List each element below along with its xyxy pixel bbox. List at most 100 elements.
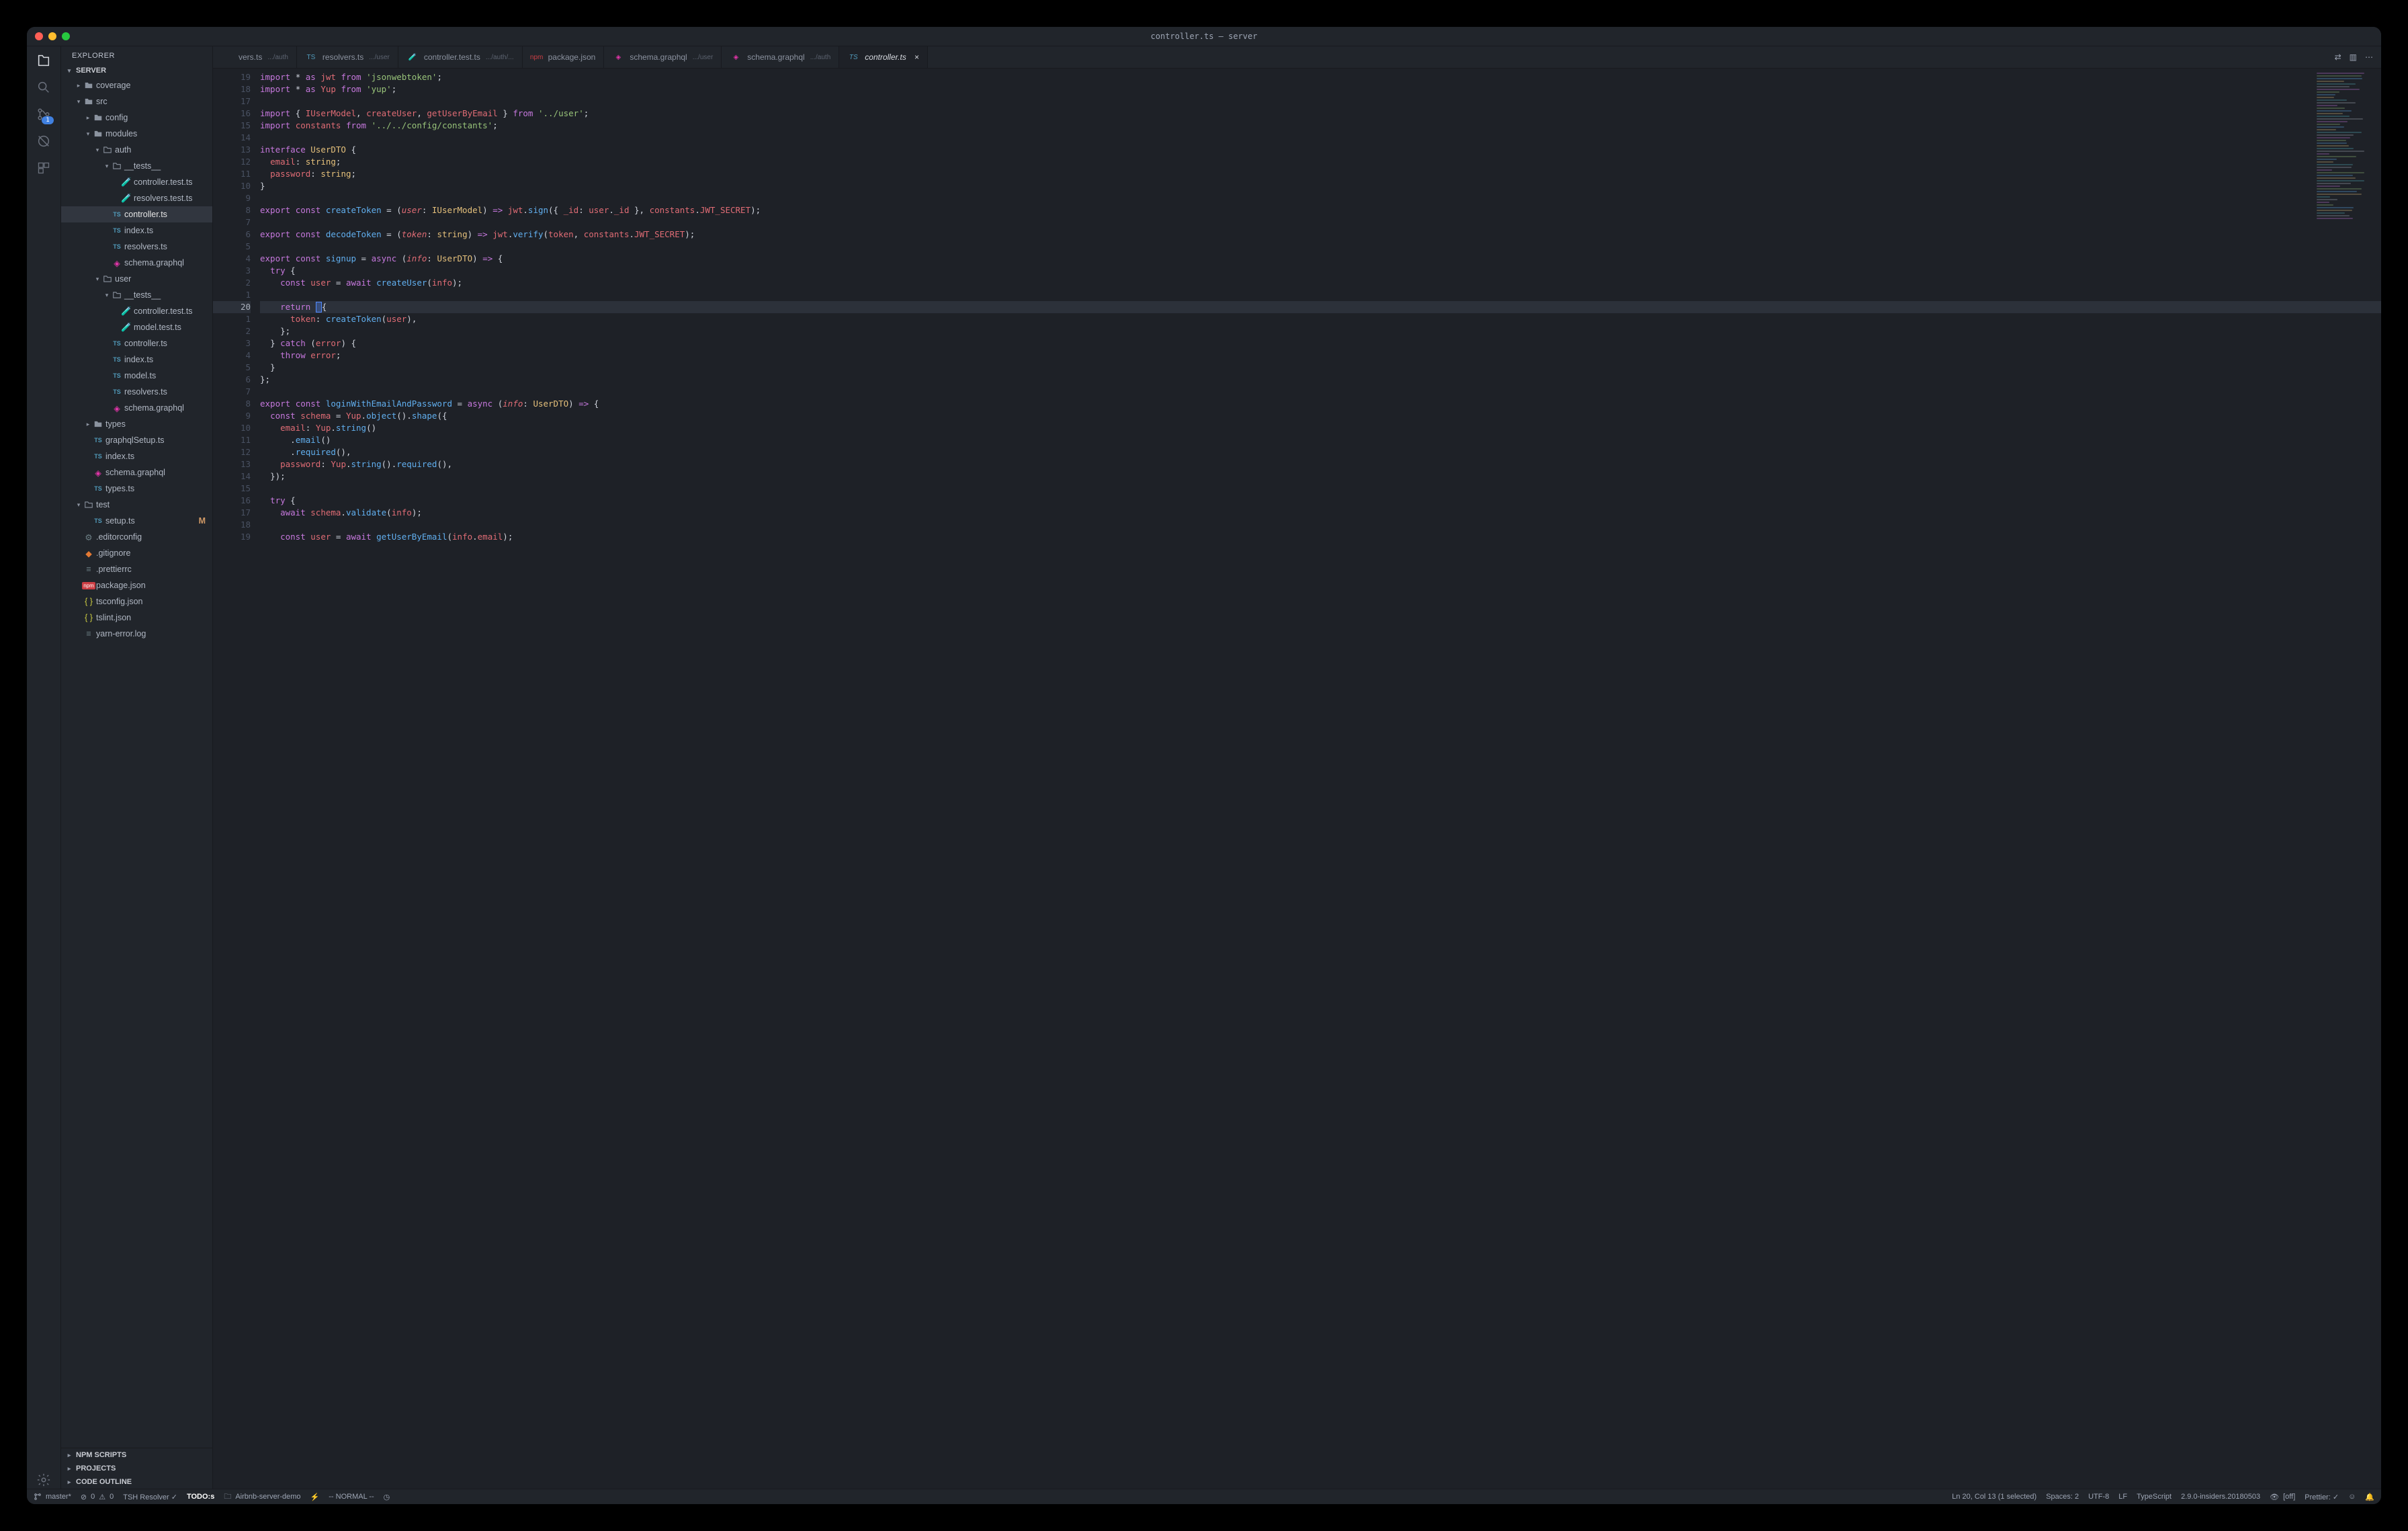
editor-tab[interactable]: 🧪controller.test.ts.../auth/... xyxy=(398,46,523,68)
file-tree-item[interactable]: ▾auth xyxy=(61,142,212,158)
file-tree-item[interactable]: ◆.gitignore xyxy=(61,545,212,561)
editor-tab[interactable]: npmpackage.json xyxy=(523,46,605,68)
code-line: password: string; xyxy=(260,168,2381,180)
extensions-icon[interactable] xyxy=(35,159,52,177)
file-tree-item[interactable]: ▾test xyxy=(61,497,212,513)
file-tree-item[interactable]: TSindex.ts xyxy=(61,222,212,239)
minimap[interactable] xyxy=(2313,69,2381,1497)
file-tree-item[interactable]: ◈schema.graphql xyxy=(61,464,212,481)
file-tree-item[interactable]: ▸config xyxy=(61,110,212,126)
debug-icon[interactable] xyxy=(35,132,52,150)
file-tree-item[interactable]: TScontroller.ts xyxy=(61,335,212,351)
status-live-icon[interactable]: ⚡ xyxy=(310,1493,320,1501)
line-number: 14 xyxy=(213,470,251,483)
code-line: export const createToken = (user: IUserM… xyxy=(260,204,2381,216)
file-tree-item[interactable]: ▾user xyxy=(61,271,212,287)
file-label: types xyxy=(105,419,126,429)
more-icon[interactable]: ⋯ xyxy=(2365,52,2373,62)
file-label: tsconfig.json xyxy=(96,597,142,606)
tab-path: .../user xyxy=(369,54,390,61)
file-tree-item[interactable]: ⚙.editorconfig xyxy=(61,529,212,545)
close-window-button[interactable] xyxy=(35,32,43,40)
file-tree-item[interactable]: TSindex.ts xyxy=(61,448,212,464)
file-label: coverage xyxy=(96,81,130,90)
file-label: schema.graphql xyxy=(124,403,184,413)
file-tree-item[interactable]: TScontroller.ts xyxy=(61,206,212,222)
file-tree-item[interactable]: { }tsconfig.json xyxy=(61,593,212,610)
file-tree-item[interactable]: TSindex.ts xyxy=(61,351,212,368)
settings-gear-icon[interactable] xyxy=(35,1471,52,1489)
close-tab-icon[interactable]: × xyxy=(914,52,919,62)
file-tree-item[interactable]: TStypes.ts xyxy=(61,481,212,497)
file-tree-item[interactable]: TSresolvers.ts xyxy=(61,384,212,400)
status-indentation[interactable]: Spaces: 2 xyxy=(2046,1493,2079,1501)
file-tree-item[interactable]: ◈schema.graphql xyxy=(61,255,212,271)
status-repo[interactable]: 🗀Airbnb-server-demo xyxy=(224,1491,300,1503)
status-resolver[interactable]: TSH Resolver ✓ xyxy=(123,1493,177,1501)
tab-label: controller.ts xyxy=(865,52,906,62)
file-tree-item[interactable]: TSsetup.tsM xyxy=(61,513,212,529)
file-tree-item[interactable]: TSmodel.ts xyxy=(61,368,212,384)
code-line: }; xyxy=(260,374,2381,386)
file-tree-item[interactable]: ≡.prettierrc xyxy=(61,561,212,577)
project-header[interactable]: ▾SERVER xyxy=(61,64,212,77)
file-tree-item[interactable]: ▾__tests__ xyxy=(61,158,212,174)
status-language[interactable]: TypeScript xyxy=(2137,1493,2172,1501)
status-eol[interactable]: LF xyxy=(2118,1493,2127,1501)
file-label: model.ts xyxy=(124,371,156,380)
file-tree-item[interactable]: ▸coverage xyxy=(61,77,212,93)
scm-icon[interactable]: 1 xyxy=(35,106,52,123)
file-tree-item[interactable]: ▾__tests__ xyxy=(61,287,212,303)
file-tree-item[interactable]: ▾modules xyxy=(61,126,212,142)
file-tree-item[interactable]: ◈schema.graphql xyxy=(61,400,212,416)
status-encoding[interactable]: UTF-8 xyxy=(2088,1493,2109,1501)
zoom-window-button[interactable] xyxy=(62,32,70,40)
status-clock-icon[interactable]: ◷ xyxy=(384,1493,390,1501)
panel-header[interactable]: ▸CODE OUTLINE xyxy=(61,1475,212,1489)
editor-tab[interactable]: vers.ts.../auth xyxy=(213,46,297,68)
status-preview[interactable]: 👁 [off] xyxy=(2270,1493,2295,1501)
minimize-window-button[interactable] xyxy=(48,32,56,40)
compare-icon[interactable]: ⇄ xyxy=(2335,52,2341,62)
file-tree-item[interactable]: 🧪model.test.ts xyxy=(61,319,212,335)
file-icon: ◈ xyxy=(111,258,123,268)
code-line: export const loginWithEmailAndPassword =… xyxy=(260,398,2381,410)
code-line: const user = await getUserByEmail(info.e… xyxy=(260,531,2381,543)
status-problems[interactable]: ⊘0⚠0 xyxy=(81,1493,114,1501)
file-label: resolvers.ts xyxy=(124,242,167,251)
code-area[interactable]: import * as jwt from 'jsonwebtoken';impo… xyxy=(260,69,2381,1489)
file-tree-item[interactable]: { }tslint.json xyxy=(61,610,212,626)
editor[interactable]: 1918171615141312111098765432120123456789… xyxy=(213,69,2381,1489)
panel-header[interactable]: ▸PROJECTS xyxy=(61,1462,212,1475)
file-tree-item[interactable]: 🧪resolvers.test.ts xyxy=(61,190,212,206)
editor-tab[interactable]: ◈schema.graphql.../user xyxy=(604,46,722,68)
status-cursor-position[interactable]: Ln 20, Col 13 (1 selected) xyxy=(1952,1493,2036,1501)
status-ts-version[interactable]: 2.9.0-insiders.20180503 xyxy=(2181,1493,2260,1501)
split-icon[interactable]: ▥ xyxy=(2350,52,2357,62)
file-tree-item[interactable]: TSgraphqlSetup.ts xyxy=(61,432,212,448)
explorer-icon[interactable] xyxy=(35,52,52,69)
file-tree-item[interactable]: ▸types xyxy=(61,416,212,432)
file-tree-item[interactable]: 🧪controller.test.ts xyxy=(61,303,212,319)
titlebar: controller.ts — server xyxy=(27,27,2381,46)
tab-file-icon: TS xyxy=(847,54,859,61)
project-name: SERVER xyxy=(76,67,106,75)
file-icon: TS xyxy=(92,453,104,460)
file-label: index.ts xyxy=(124,355,153,364)
search-icon[interactable] xyxy=(35,79,52,96)
file-icon: TS xyxy=(111,211,123,218)
editor-tab[interactable]: TSresolvers.ts.../user xyxy=(297,46,398,68)
file-tree-item[interactable]: TSresolvers.ts xyxy=(61,239,212,255)
editor-tab[interactable]: ◈schema.graphql.../auth xyxy=(722,46,839,68)
status-todos[interactable]: TODO:s xyxy=(187,1493,214,1501)
file-tree-item[interactable]: ≡yarn-error.log xyxy=(61,626,212,642)
line-number: 20 xyxy=(213,301,251,313)
file-tree-item[interactable]: npmpackage.json xyxy=(61,577,212,593)
file-tree-item[interactable]: 🧪controller.test.ts xyxy=(61,174,212,190)
file-tree-item[interactable]: ▾src xyxy=(61,93,212,110)
status-branch[interactable]: master* xyxy=(34,1493,71,1501)
panel-header[interactable]: ▸NPM SCRIPTS xyxy=(61,1448,212,1462)
editor-tab[interactable]: TS controller.ts × xyxy=(839,46,928,68)
code-line xyxy=(260,289,2381,301)
file-icon xyxy=(101,145,114,155)
